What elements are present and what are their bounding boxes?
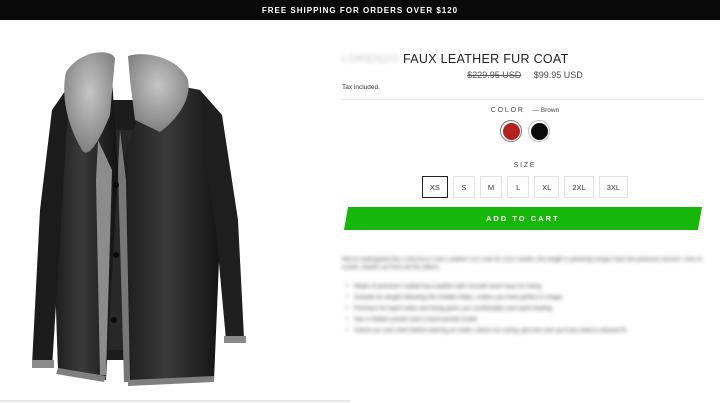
size-selector: XS S M L XL 2XL 3XL bbox=[342, 176, 708, 198]
color-swatches bbox=[342, 120, 708, 142]
swatch-brown[interactable] bbox=[500, 120, 522, 142]
color-label: COLOR bbox=[490, 107, 525, 114]
size-option-xs[interactable]: XS bbox=[421, 176, 448, 198]
size-option-xl[interactable]: XL bbox=[534, 176, 560, 198]
sale-price: $99.95 USD bbox=[533, 70, 583, 80]
description-bullet: Premium fur lapel collar and lining give… bbox=[342, 304, 704, 315]
description-bullet: Has a hidden pocket and a hand pocket in… bbox=[342, 315, 704, 326]
product-title-row: LORENZO FAUX LEATHER FUR COAT bbox=[342, 50, 708, 68]
swatch-black[interactable] bbox=[528, 120, 550, 142]
brand-name: LORENZO bbox=[342, 53, 399, 65]
description-bullet: Outside fur length following the Golden … bbox=[342, 293, 704, 304]
size-option-s[interactable]: S bbox=[452, 176, 475, 198]
size-option-m[interactable]: M bbox=[479, 176, 503, 198]
divider bbox=[342, 99, 704, 100]
color-label-row: COLOR — Brown bbox=[342, 107, 708, 114]
description-bullets: Made of premium crafted faux leather wit… bbox=[342, 282, 704, 337]
description-bullet: Check our size chart before placing an o… bbox=[342, 326, 704, 337]
price-row: $229.95 USD $99.95 USD bbox=[342, 70, 708, 80]
size-option-l[interactable]: L bbox=[507, 176, 530, 198]
size-label: SIZE bbox=[513, 162, 537, 169]
size-option-2xl[interactable]: 2XL bbox=[564, 176, 594, 198]
announcement-text: FREE SHIPPING FOR ORDERS OVER $120 bbox=[261, 5, 459, 15]
product-image[interactable] bbox=[0, 20, 300, 403]
description-bullet: Made of premium crafted faux leather wit… bbox=[342, 282, 704, 293]
coat-illustration bbox=[32, 52, 246, 386]
announcement-bar: FREE SHIPPING FOR ORDERS OVER $120 bbox=[0, 0, 720, 20]
color-selected-value: — Brown bbox=[532, 107, 560, 114]
size-option-3xl[interactable]: 3XL bbox=[598, 176, 629, 198]
description-intro: We've redesigned the LORENZO Faux Leathe… bbox=[342, 257, 702, 271]
product-description: We've redesigned the LORENZO Faux Leathe… bbox=[342, 256, 704, 337]
add-to-cart-label: ADD TO CART bbox=[486, 214, 560, 223]
add-to-cart-button[interactable]: ADD TO CART bbox=[343, 207, 703, 230]
bottom-divider bbox=[0, 400, 350, 402]
product-info: LORENZO FAUX LEATHER FUR COAT $229.95 US… bbox=[342, 20, 708, 403]
original-price: $229.95 USD bbox=[467, 70, 522, 80]
tax-note: Tax included. bbox=[342, 84, 380, 91]
product-title: FAUX LEATHER FUR COAT bbox=[403, 52, 569, 66]
swatch-black-fill bbox=[530, 122, 548, 140]
swatch-brown-fill bbox=[502, 122, 520, 140]
